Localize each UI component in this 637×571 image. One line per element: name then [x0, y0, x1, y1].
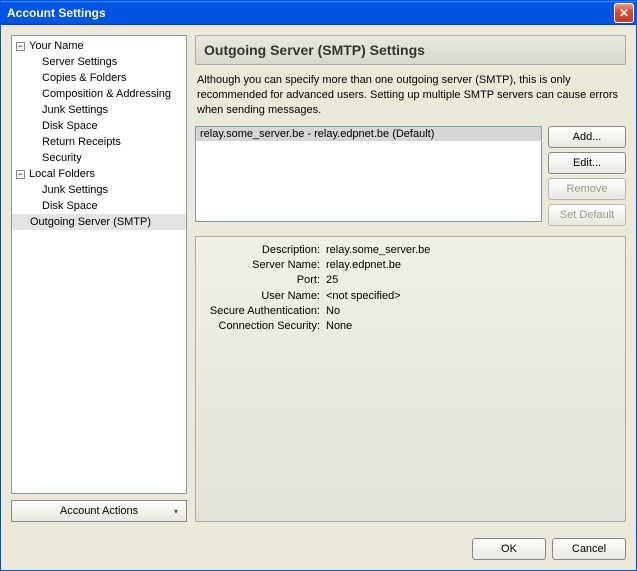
window-title: Account Settings — [7, 6, 614, 20]
detail-value: No — [326, 304, 340, 319]
close-icon: ✕ — [619, 6, 629, 20]
smtp-buttons: Add... Edit... Remove Set Default — [548, 126, 626, 226]
smtp-server-list[interactable]: relay.some_server.be - relay.edpnet.be (… — [195, 126, 542, 222]
tree-label: Your Name — [29, 40, 84, 52]
tree-label: Outgoing Server (SMTP) — [30, 216, 151, 228]
account-actions-label: Account Actions — [60, 505, 138, 517]
detail-value: 25 — [326, 273, 338, 288]
smtp-details: Description: relay.some_server.be Server… — [195, 236, 626, 522]
tree-item-server-settings[interactable]: Server Settings — [12, 54, 186, 70]
edit-button[interactable]: Edit... — [548, 152, 626, 174]
collapse-icon[interactable]: − — [16, 42, 25, 51]
tree-label: Local Folders — [29, 168, 95, 180]
tree-item-disk-space-local[interactable]: Disk Space — [12, 198, 186, 214]
detail-value: relay.some_server.be — [326, 243, 430, 258]
detail-port: Port: 25 — [204, 273, 617, 288]
main-panel: Outgoing Server (SMTP) Settings Although… — [195, 35, 626, 522]
panel-title: Outgoing Server (SMTP) Settings — [195, 35, 626, 65]
tree-item-composition[interactable]: Composition & Addressing — [12, 86, 186, 102]
titlebar: Account Settings ✕ — [1, 1, 636, 25]
remove-button: Remove — [548, 178, 626, 200]
smtp-list-area: relay.some_server.be - relay.edpnet.be (… — [195, 126, 626, 226]
dialog-body: − Your Name Server Settings Copies & Fol… — [1, 25, 636, 532]
tree-item-outgoing-smtp[interactable]: Outgoing Server (SMTP) — [12, 214, 186, 230]
chevron-down-icon: ▾ — [174, 507, 178, 516]
tree-account-local-folders[interactable]: − Local Folders — [12, 166, 186, 182]
smtp-server-item[interactable]: relay.some_server.be - relay.edpnet.be (… — [196, 127, 541, 141]
tree-item-junk-settings[interactable]: Junk Settings — [12, 102, 186, 118]
account-tree[interactable]: − Your Name Server Settings Copies & Fol… — [11, 35, 187, 494]
tree-account-your-name[interactable]: − Your Name — [12, 38, 186, 54]
detail-description: Description: relay.some_server.be — [204, 243, 617, 258]
tree-item-disk-space[interactable]: Disk Space — [12, 118, 186, 134]
detail-value: None — [326, 319, 352, 334]
detail-secure-auth: Secure Authentication: No — [204, 304, 617, 319]
cancel-button[interactable]: Cancel — [552, 538, 626, 560]
tree-item-return-receipts[interactable]: Return Receipts — [12, 134, 186, 150]
ok-button[interactable]: OK — [472, 538, 546, 560]
detail-user-name: User Name: <not specified> — [204, 289, 617, 304]
detail-server-name: Server Name: relay.edpnet.be — [204, 258, 617, 273]
dialog-footer: OK Cancel — [1, 532, 636, 570]
detail-value: <not specified> — [326, 289, 401, 304]
sidebar: − Your Name Server Settings Copies & Fol… — [11, 35, 187, 522]
close-button[interactable]: ✕ — [614, 3, 634, 23]
tree-item-junk-settings-local[interactable]: Junk Settings — [12, 182, 186, 198]
account-actions-button[interactable]: Account Actions ▾ — [11, 500, 187, 522]
detail-conn-security: Connection Security: None — [204, 319, 617, 334]
panel-description: Although you can specify more than one o… — [195, 65, 626, 126]
tree-item-security[interactable]: Security — [12, 150, 186, 166]
detail-value: relay.edpnet.be — [326, 258, 401, 273]
window: Account Settings ✕ − Your Name Server Se… — [0, 0, 637, 571]
list-item-label: relay.some_server.be - relay.edpnet.be (… — [200, 128, 434, 140]
add-button[interactable]: Add... — [548, 126, 626, 148]
collapse-icon[interactable]: − — [16, 170, 25, 179]
set-default-button: Set Default — [548, 204, 626, 226]
tree-item-copies-folders[interactable]: Copies & Folders — [12, 70, 186, 86]
